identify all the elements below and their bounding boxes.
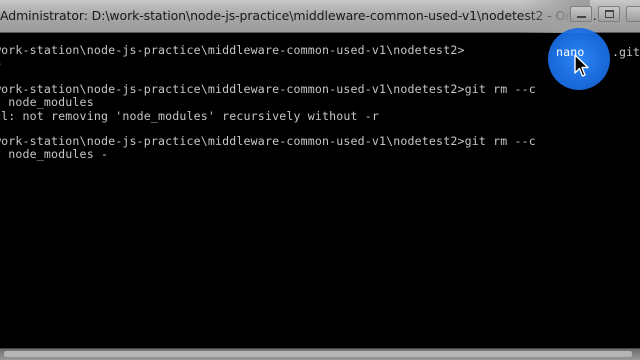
console-line: al: not removing 'node_modules' recursiv…	[0, 109, 380, 123]
close-button[interactable]	[626, 6, 640, 22]
console-line: d node_modules -	[0, 147, 109, 161]
command-argument: .giti	[612, 45, 640, 59]
window-title: Administrator: D:\work-station\node-js-p…	[0, 8, 605, 23]
scrollbar-track[interactable]	[4, 351, 632, 357]
console-line: d node_modules	[0, 95, 94, 109]
console-line: e	[0, 58, 1, 71]
horizontal-scrollbar[interactable]	[0, 348, 640, 360]
minimize-button[interactable]	[570, 6, 592, 22]
title-bar[interactable]: Administrator: D:\work-station\node-js-p…	[0, 0, 640, 33]
mouse-pointer-icon	[574, 54, 589, 77]
maximize-button[interactable]	[598, 6, 620, 22]
console-line: work-station\node-js-practice\middleware…	[0, 43, 465, 57]
console-output[interactable]: work-station\node-js-practice\middleware…	[0, 33, 640, 348]
minimize-icon	[577, 16, 586, 18]
maximize-icon	[605, 10, 614, 18]
terminal-window: Administrator: D:\work-station\node-js-p…	[0, 0, 640, 360]
